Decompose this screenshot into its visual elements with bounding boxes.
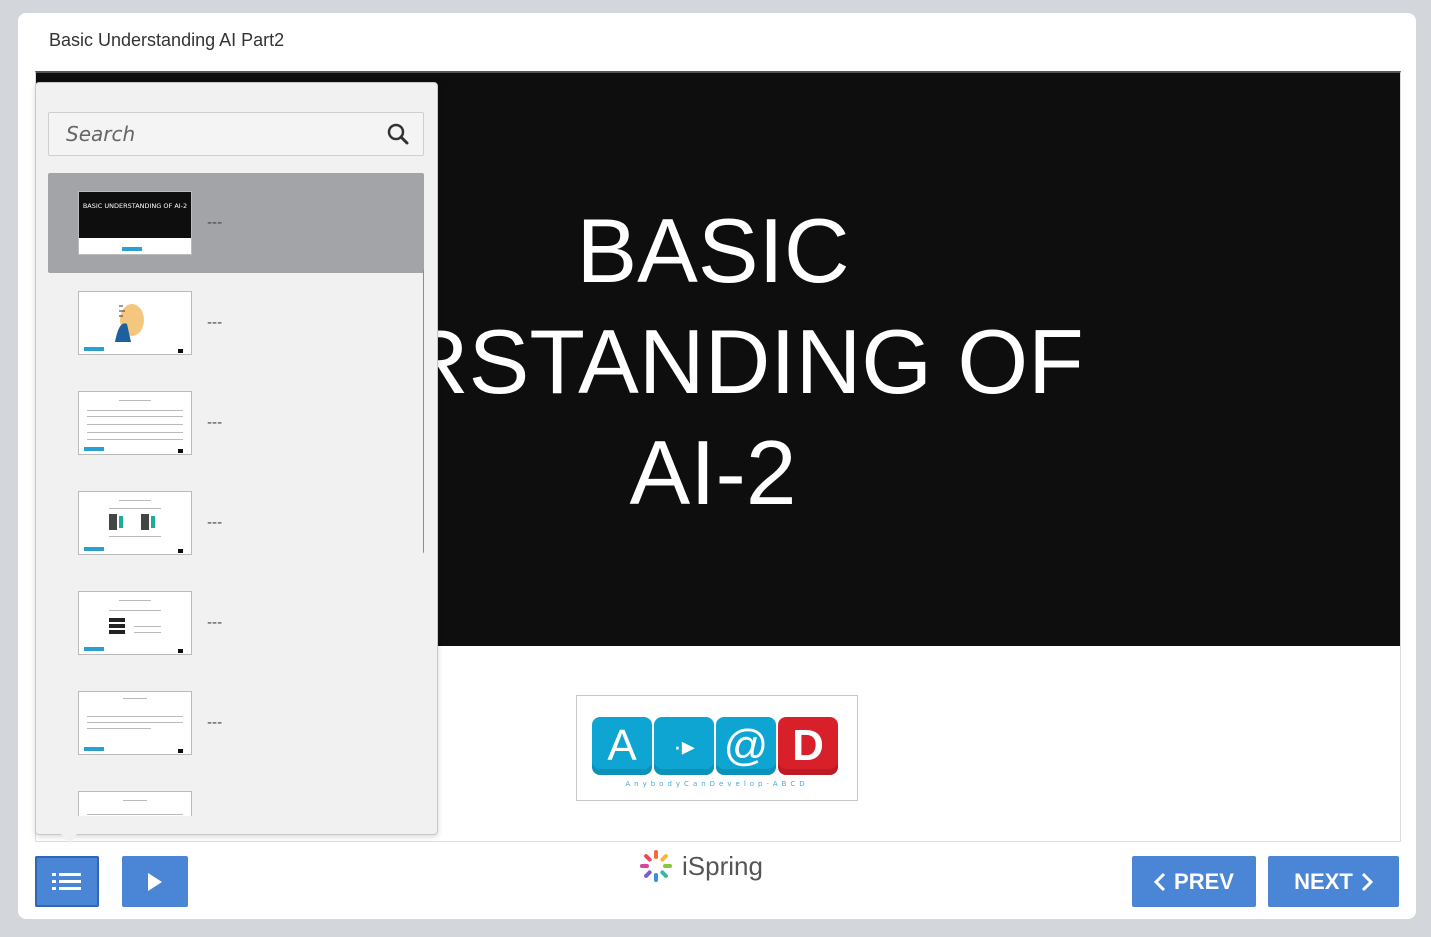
logo-tagline: AnybodyCanDevelop-ABCD	[625, 780, 809, 788]
play-icon	[148, 872, 162, 891]
slide-thumbnail	[78, 391, 192, 455]
logo-tile-c: @	[716, 717, 776, 775]
slide-list-item[interactable]: ---	[48, 673, 424, 773]
search-icon[interactable]	[387, 123, 409, 145]
slide-list-item[interactable]: ---	[48, 573, 424, 673]
slide-list-item-label: ---	[207, 615, 223, 631]
outline-panel-pointer	[60, 833, 78, 843]
slide-list-item[interactable]: ---	[48, 273, 424, 373]
abcd-logo: A ·▸ @ D AnybodyCanDevelop-ABCD	[576, 695, 858, 801]
slide-list-item-label: ---	[207, 715, 223, 731]
slide-list-item[interactable]: BASIC UNDERSTANDING OF AI-2 ---	[48, 173, 424, 273]
slide-list-item[interactable]: ---	[48, 373, 424, 473]
slide-thumbnail	[78, 491, 192, 555]
head-illustration-icon	[115, 304, 144, 342]
slide-thumbnail	[78, 791, 192, 816]
logo-tile-a: A	[592, 717, 652, 775]
logo-tile-b: ·▸	[654, 717, 714, 775]
network-diagram-icon	[109, 514, 155, 530]
prev-button-label: PREV	[1174, 868, 1234, 894]
slide-list-scrollbar[interactable]	[423, 269, 424, 554]
slide-thumbnail	[78, 591, 192, 655]
slide-list-item-label: ---	[207, 515, 223, 531]
slide-list: BASIC UNDERSTANDING OF AI-2 --- --- --- …	[48, 173, 424, 816]
search-box	[48, 112, 424, 156]
prev-button[interactable]: PREV	[1132, 856, 1256, 907]
slide-list-item[interactable]	[48, 773, 424, 816]
rnn-diagram-icon	[109, 618, 125, 634]
search-input[interactable]	[49, 113, 386, 155]
list-icon	[52, 872, 81, 890]
slide-list-item-label: ---	[207, 315, 223, 331]
next-button[interactable]: NEXT	[1268, 856, 1399, 907]
outline-toggle-button[interactable]	[35, 856, 99, 907]
outline-panel: BASIC UNDERSTANDING OF AI-2 --- ---	[35, 82, 438, 835]
slide-thumbnail	[78, 691, 192, 755]
slide-thumbnail	[78, 291, 192, 355]
play-button[interactable]	[122, 856, 188, 907]
slide-thumbnail: BASIC UNDERSTANDING OF AI-2	[78, 191, 192, 255]
ispring-flower-icon	[640, 850, 672, 882]
logo-tile-d: D	[778, 717, 838, 775]
slide-list-item[interactable]: ---	[48, 473, 424, 573]
next-button-label: NEXT	[1294, 868, 1353, 894]
chevron-left-icon	[1154, 872, 1166, 891]
slide-list-item-label: ---	[207, 215, 223, 231]
slide-list-item-label: ---	[207, 415, 223, 431]
ispring-logo: iSpring	[638, 846, 763, 886]
ispring-brand-text: iSpring	[682, 850, 763, 881]
chevron-right-icon	[1361, 872, 1373, 891]
thumbnail-title: BASIC UNDERSTANDING OF AI-2	[79, 192, 191, 238]
presentation-title: Basic Understanding AI Part2	[49, 30, 285, 50]
